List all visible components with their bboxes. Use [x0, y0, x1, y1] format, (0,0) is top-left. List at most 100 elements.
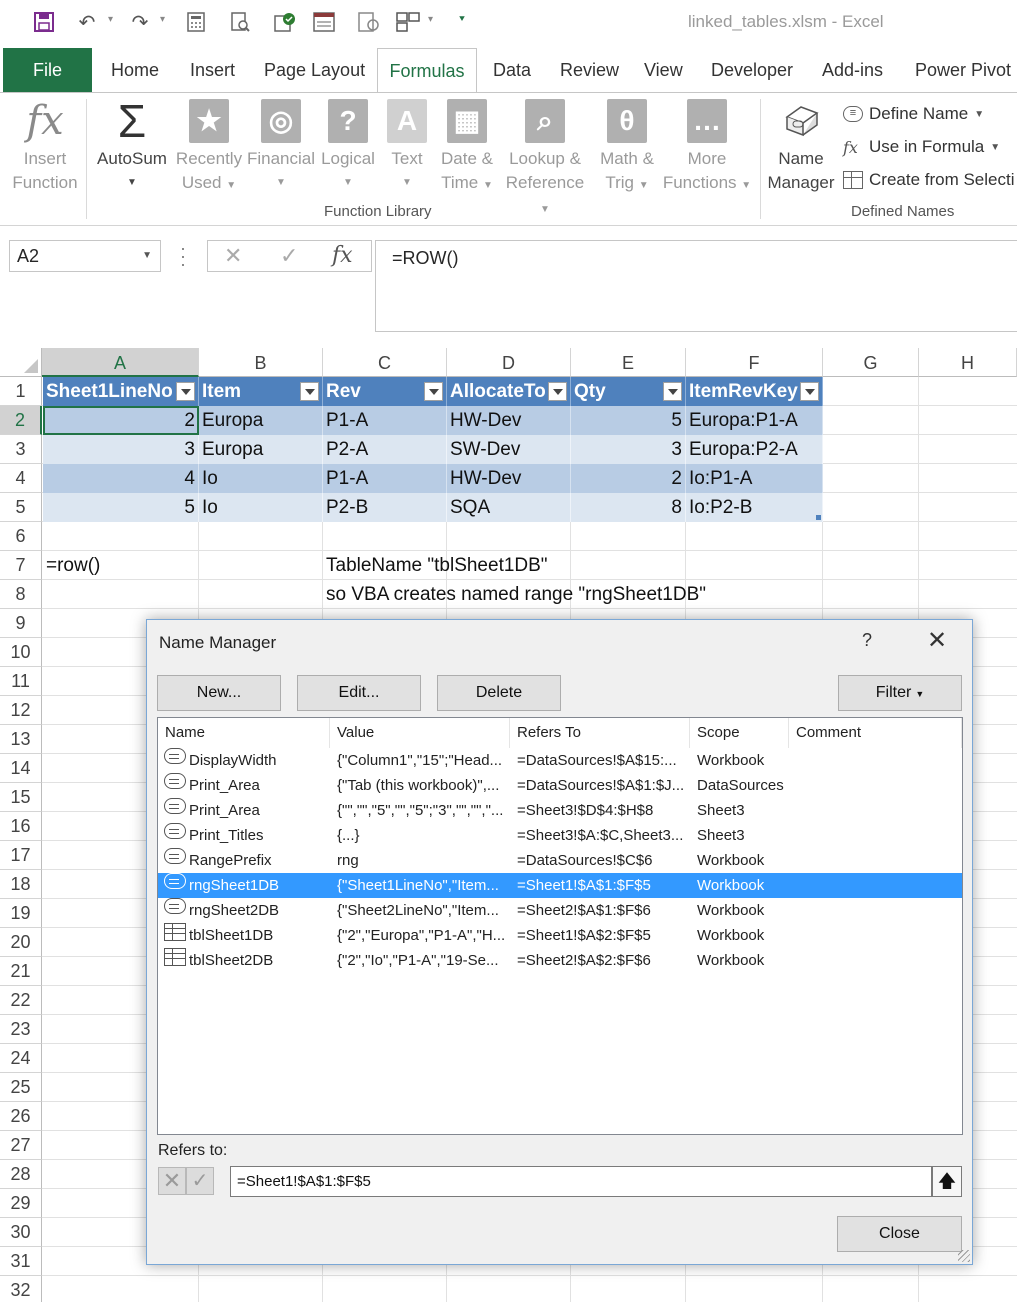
window-layout-icon[interactable] [396, 10, 420, 34]
column-comment[interactable]: Comment [789, 718, 962, 748]
column-header-h[interactable]: H [919, 348, 1017, 377]
filter-dropdown-icon[interactable] [548, 382, 567, 401]
list-item[interactable]: rngSheet1DB {"Sheet1LineNo","Item... =Shee… [158, 873, 962, 898]
undo-icon[interactable]: ↶ [75, 10, 99, 34]
close-button[interactable]: Close [837, 1216, 962, 1252]
column-header-d[interactable]: D [447, 348, 571, 377]
tab-home[interactable]: Home [111, 48, 159, 92]
table-cell[interactable]: P1-A [323, 464, 447, 493]
table-header-cell[interactable]: Qty [571, 377, 686, 406]
collapse-dialog-icon[interactable]: 🡅 [932, 1166, 962, 1197]
row-header[interactable]: 14 [0, 754, 42, 783]
list-item[interactable]: rngSheet2DB {"Sheet2LineNo","Item... =Shee… [158, 898, 962, 923]
list-item[interactable]: tblSheet2DB {"2","Io","P1-A","19-Se... =Sh… [158, 948, 962, 973]
tab-add-ins[interactable]: Add-ins [822, 48, 883, 92]
save-icon[interactable] [32, 10, 56, 34]
table-cell[interactable]: Europa [199, 406, 323, 435]
table-header-cell[interactable]: Rev [323, 377, 447, 406]
row-header[interactable]: 24 [0, 1044, 42, 1073]
row-header[interactable]: 27 [0, 1131, 42, 1160]
list-item[interactable]: tblSheet1DB {"2","Europa","P1-A","H... =Sh… [158, 923, 962, 948]
cell-c7[interactable]: TableName "tblSheet1DB" [323, 551, 743, 580]
close-icon[interactable]: ✕ [927, 626, 947, 655]
row-header[interactable]: 9 [0, 609, 42, 638]
row-header[interactable]: 10 [0, 638, 42, 667]
row-header[interactable]: 30 [0, 1218, 42, 1247]
table-cell[interactable]: Europa:P2-A [686, 435, 823, 464]
table-header-cell[interactable]: AllocateTo [447, 377, 571, 406]
cancel-icon[interactable]: ✕ [224, 243, 242, 269]
undo-dropdown-icon[interactable]: ▾ [108, 14, 113, 25]
filter-dropdown-icon[interactable] [176, 382, 195, 401]
table-cell[interactable]: P2-A [323, 435, 447, 464]
column-scope[interactable]: Scope [690, 718, 789, 748]
drag-handle-icon[interactable]: · · · [180, 239, 186, 273]
row-header[interactable]: 26 [0, 1102, 42, 1131]
insert-function-icon[interactable]: fx [332, 243, 353, 268]
more-functions-button[interactable]: … More Functions ▼ [662, 99, 752, 198]
row-header[interactable]: 2 [0, 406, 42, 435]
row-header[interactable]: 13 [0, 725, 42, 754]
row-header[interactable]: 11 [0, 667, 42, 696]
delete-button[interactable]: Delete [437, 675, 561, 711]
tab-page-layout[interactable]: Page Layout [264, 48, 365, 92]
edit-button[interactable]: Edit... [297, 675, 421, 711]
row-header[interactable]: 1 [0, 377, 42, 406]
filter-dropdown-icon[interactable] [663, 382, 682, 401]
names-list[interactable]: Name Value Refers To Scope Comment Displ… [157, 717, 963, 1135]
customize-qat-icon[interactable]: ⯆ [458, 14, 466, 25]
row-header[interactable]: 22 [0, 986, 42, 1015]
row-header[interactable]: 12 [0, 696, 42, 725]
row-header[interactable]: 23 [0, 1015, 42, 1044]
math-trig-button[interactable]: θ Math & Trig ▼ [594, 99, 660, 198]
new-button[interactable]: New... [157, 675, 281, 711]
row-header[interactable]: 21 [0, 957, 42, 986]
define-name-button[interactable]: ≡ Define Name ▼ [843, 104, 984, 124]
filter-dropdown-icon[interactable] [300, 382, 319, 401]
resize-grip-icon[interactable] [958, 1250, 970, 1262]
lookup-reference-button[interactable]: ⌕ Lookup & Reference ▼ [500, 99, 590, 222]
formula-input[interactable]: =ROW() [375, 240, 1017, 332]
filter-dropdown-icon[interactable] [424, 382, 443, 401]
table-resize-handle[interactable] [816, 515, 821, 520]
print-preview-icon[interactable] [228, 10, 252, 34]
table-cell[interactable]: 8 [571, 493, 686, 522]
calculator-icon[interactable] [184, 10, 208, 34]
column-header-b[interactable]: B [199, 348, 323, 377]
refers-to-input[interactable]: =Sheet1!$A$1:$F$5 [230, 1166, 932, 1197]
column-refers-to[interactable]: Refers To [510, 718, 690, 748]
select-all-button[interactable] [0, 348, 42, 377]
redo-dropdown-icon[interactable]: ▾ [160, 14, 165, 25]
list-item[interactable]: DisplayWidth {"Column1","15";"Head... =Dat… [158, 748, 962, 773]
table-cell[interactable]: HW-Dev [447, 406, 571, 435]
tab-power-pivot[interactable]: Power Pivot [915, 48, 1011, 92]
table-cell[interactable]: Io:P2-B [686, 493, 823, 522]
table-header-cell[interactable]: Sheet1LineNo [43, 377, 199, 406]
table-header-cell[interactable]: ItemRevKey [686, 377, 823, 406]
list-item[interactable]: Print_Area {"","","5","","5";"3","","",".… [158, 798, 962, 823]
layout-dropdown-icon[interactable]: ▾ [428, 14, 433, 25]
table-cell[interactable]: HW-Dev [447, 464, 571, 493]
row-header[interactable]: 32 [0, 1276, 42, 1302]
filter-button[interactable]: Filter ▼ [838, 675, 962, 711]
table-cell[interactable]: Io [199, 464, 323, 493]
cell-a7[interactable]: =row() [43, 551, 199, 580]
enter-check-icon[interactable]: ✓ [280, 243, 298, 269]
row-header[interactable]: 4 [0, 464, 42, 493]
row-header[interactable]: 15 [0, 783, 42, 812]
table-cell[interactable]: P1-A [323, 406, 447, 435]
date-time-button[interactable]: ▦ Date & Time ▼ [436, 99, 498, 198]
financial-button[interactable]: ◎ Financial ▼ [246, 99, 316, 195]
insert-function-button[interactable]: fx Insert Function [8, 99, 82, 195]
tab-review[interactable]: Review [560, 48, 619, 92]
table-cell[interactable]: 4 [43, 464, 199, 493]
recently-used-button[interactable]: ★ Recently Used ▼ [174, 99, 244, 198]
table-cell[interactable]: Europa:P1-A [686, 406, 823, 435]
table-cell[interactable]: P2-B [323, 493, 447, 522]
column-header-e[interactable]: E [571, 348, 686, 377]
row-header[interactable]: 17 [0, 841, 42, 870]
logical-button[interactable]: ? Logical ▼ [318, 99, 378, 195]
use-in-formula-button[interactable]: fx Use in Formula ▼ [843, 137, 1000, 157]
column-header-c[interactable]: C [323, 348, 447, 377]
row-header[interactable]: 5 [0, 493, 42, 522]
